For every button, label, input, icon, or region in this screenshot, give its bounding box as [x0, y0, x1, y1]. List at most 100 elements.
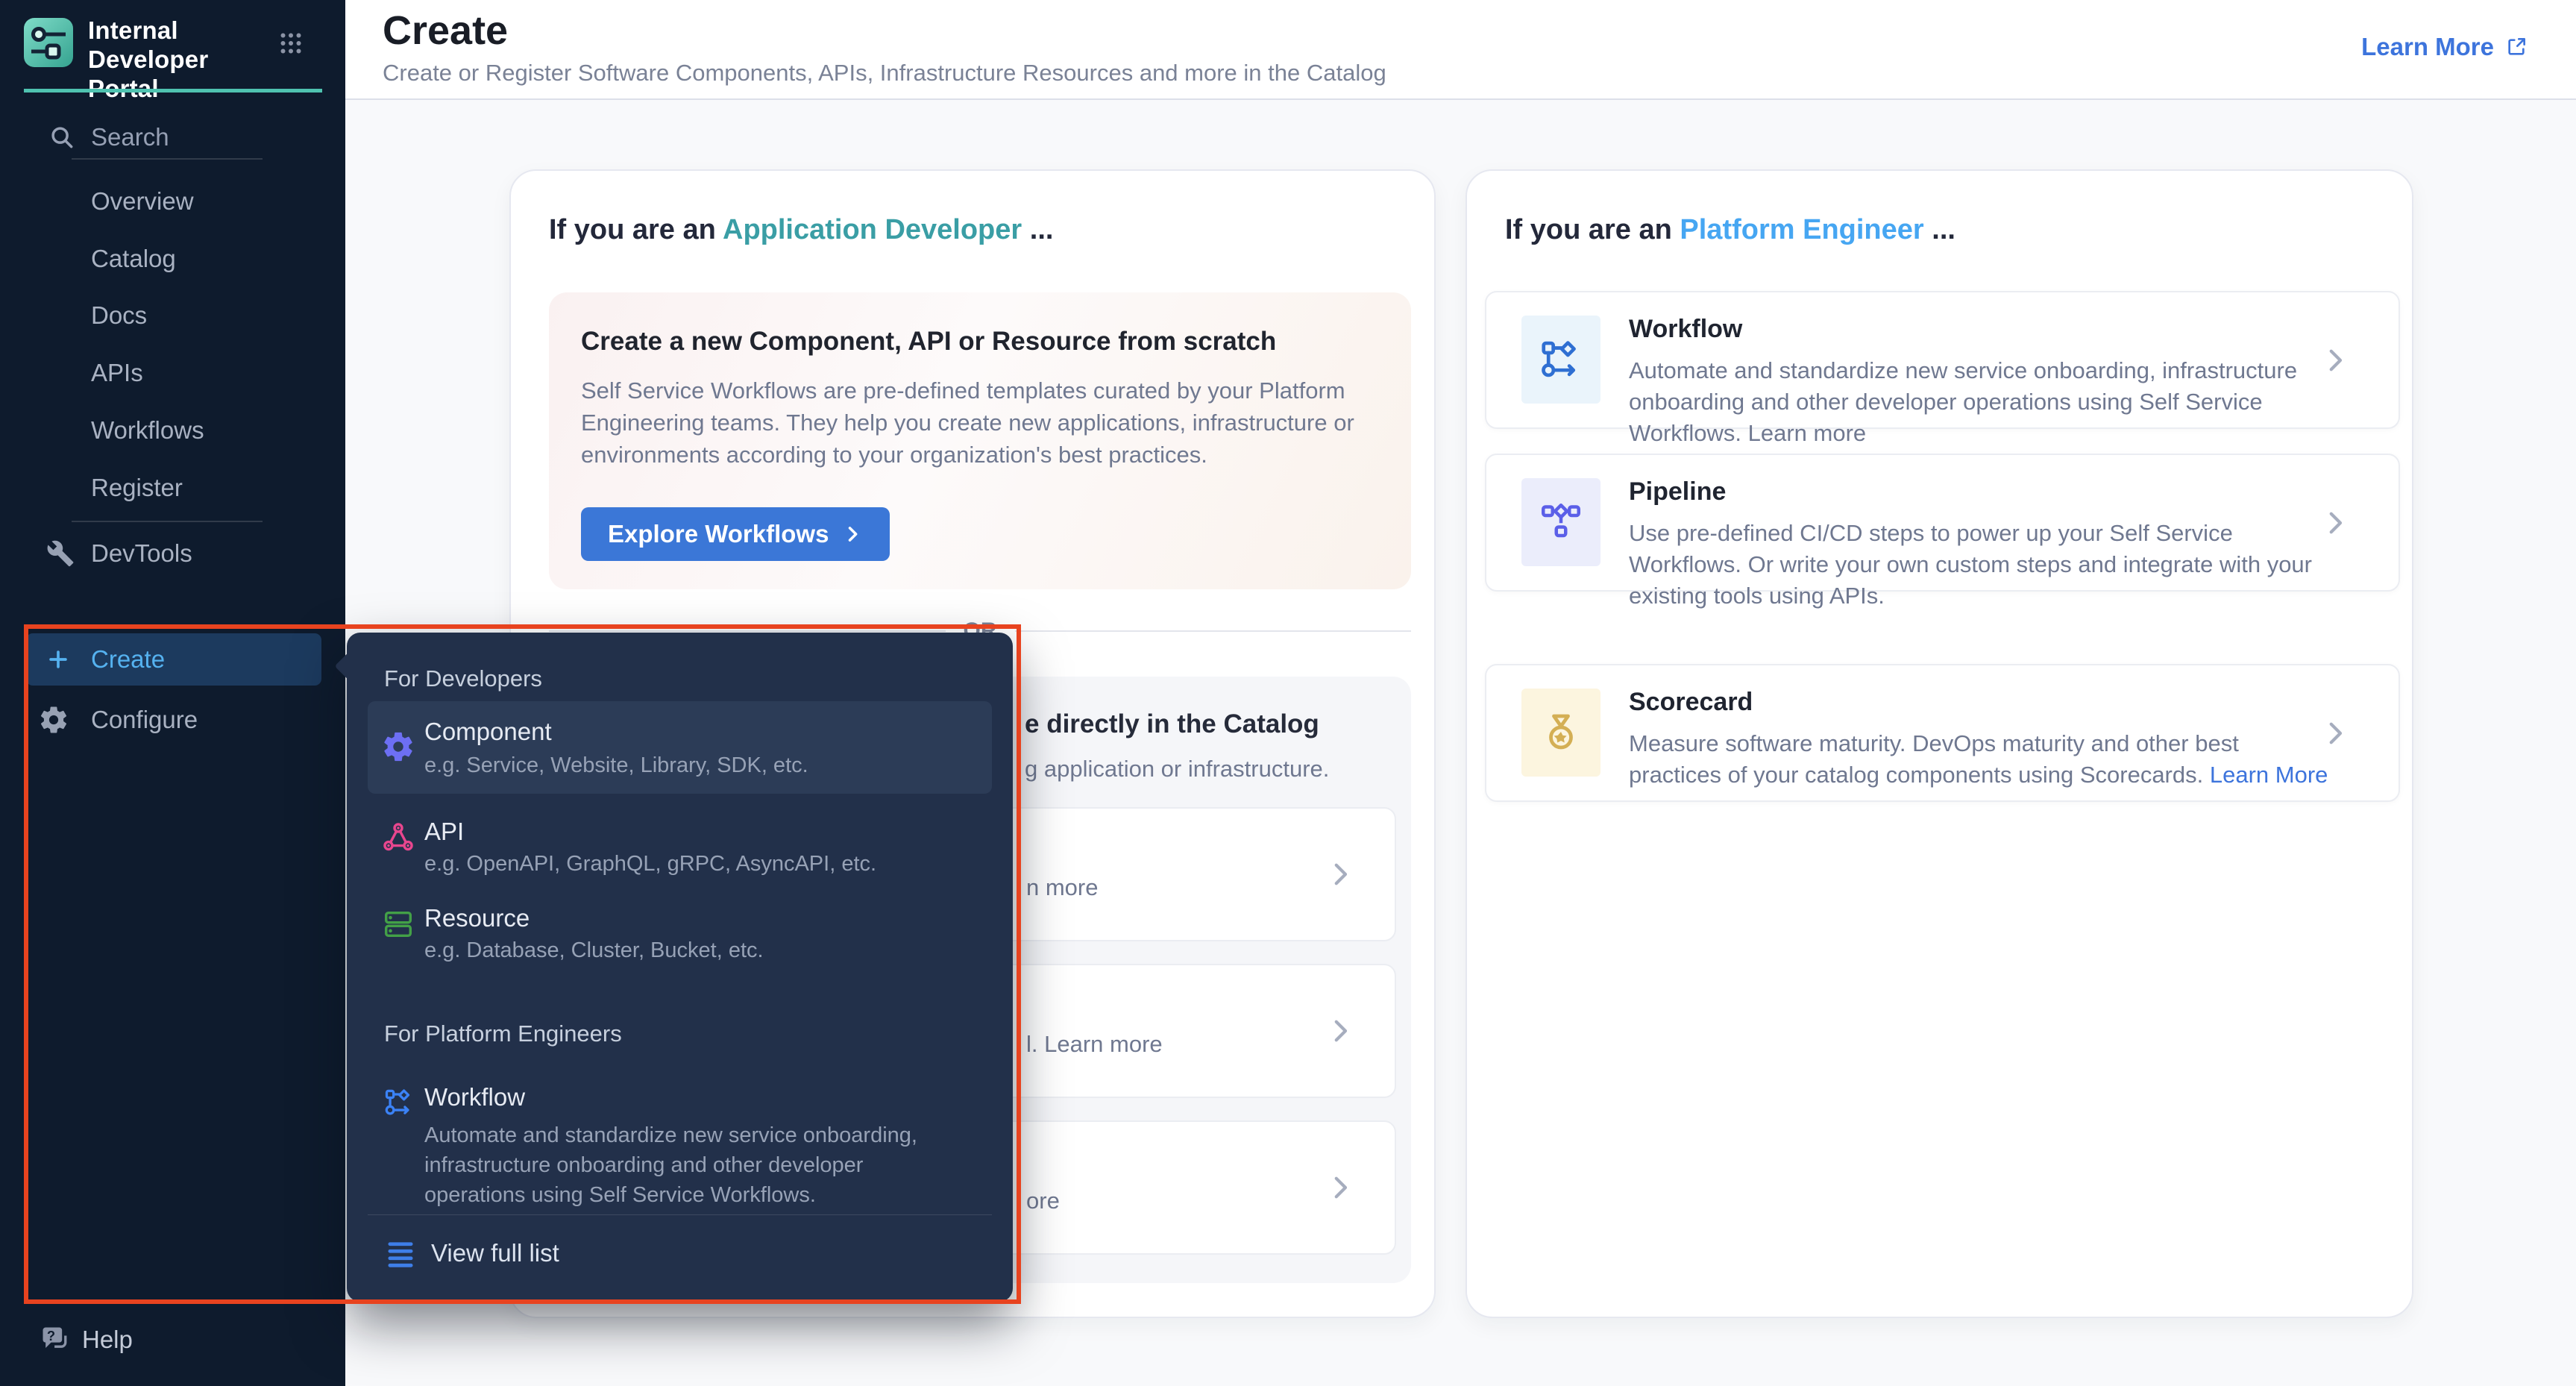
sidebar: Internal Developer Portal Search Overvie… [0, 0, 345, 1386]
menu-item-description: Automate and standardize new service onb… [424, 1120, 939, 1210]
menu-item-workflow[interactable]: Workflow Automate and standardize new se… [368, 1062, 992, 1211]
sidebar-item-label: Help [82, 1313, 133, 1367]
app-logo-icon [24, 18, 73, 67]
chevron-right-icon [2319, 507, 2351, 539]
panel-subtitle-fragment: g application or infrastructure. [1025, 756, 1329, 783]
sidebar-item-label: Catalog [91, 245, 176, 273]
row-description-text: Automate and standardize new service onb… [1629, 357, 2297, 446]
row-title: Pipeline [1629, 477, 1726, 507]
sidebar-item-apis[interactable]: APIs [0, 352, 345, 394]
scorecard-row[interactable]: Scorecard Measure software maturity. Dev… [1485, 664, 2400, 802]
sidebar-item-create[interactable]: Create [26, 633, 321, 686]
sidebar-item-configure[interactable]: Configure [26, 694, 321, 746]
panel-body: Self Service Workflows are pre-defined t… [581, 374, 1394, 471]
sidebar-item-label: Overview [91, 187, 194, 216]
svg-text:?: ? [47, 1328, 55, 1343]
panel-title: Create a new Component, API or Resource … [581, 327, 1276, 357]
sidebar-item-label: Workflows [91, 416, 204, 445]
sidebar-item-label: Docs [91, 301, 147, 330]
list-icon [384, 1237, 417, 1270]
sidebar-divider [72, 521, 263, 522]
menu-item-subtitle: e.g. Database, Cluster, Bucket, etc. [424, 938, 764, 963]
row-description: Use pre-defined CI/CD steps to power up … [1629, 518, 2334, 612]
sidebar-item-overview[interactable]: Overview [0, 181, 345, 222]
menu-section-platform: For Platform Engineers [384, 1020, 622, 1047]
chevron-right-icon [2319, 718, 2351, 749]
learn-more-label: Learn More [2361, 33, 2494, 61]
menu-item-title: Workflow [424, 1083, 525, 1111]
sidebar-item-label: Create [91, 633, 165, 686]
resource-icon [381, 907, 415, 941]
sidebar-item-label: DevTools [91, 539, 192, 568]
sidebar-item-search[interactable]: Search [0, 116, 345, 158]
external-link-icon [2504, 35, 2528, 59]
card-title: If you are an Platform Engineer ... [1505, 214, 1955, 246]
panel-title-fragment: e directly in the Catalog [1025, 709, 1319, 739]
row-text-fragment: ore [1026, 1188, 1060, 1214]
row-description: Measure software maturity. DevOps maturi… [1629, 728, 2334, 791]
gear-icon [38, 704, 69, 736]
pipeline-icon [1521, 478, 1600, 566]
scorecard-icon [1521, 689, 1600, 777]
sidebar-item-catalog[interactable]: Catalog [0, 238, 345, 280]
card-title-role: Application Developer [723, 214, 1022, 245]
card-title: If you are an Application Developer ... [549, 214, 1053, 246]
menu-item-title: API [424, 818, 464, 846]
app-switcher-grid-icon[interactable] [277, 30, 304, 57]
row-description-text: Measure software maturity. DevOps maturi… [1629, 730, 2239, 788]
sidebar-item-workflows[interactable]: Workflows [0, 410, 345, 451]
help-chat-icon: ? [39, 1323, 72, 1356]
component-gear-icon [381, 730, 415, 764]
card-title-prefix: If you are an [1505, 214, 1680, 245]
search-icon [48, 123, 76, 151]
chevron-right-icon [2319, 345, 2351, 376]
learn-more-link[interactable]: Learn More [2210, 762, 2328, 788]
create-flyout-menu: For Developers Component e.g. Service, W… [347, 633, 1013, 1302]
sidebar-item-label: APIs [91, 359, 143, 387]
sidebar-item-label: Search [91, 123, 169, 151]
page-header: Create Create or Register Software Compo… [345, 0, 2576, 100]
plus-icon [45, 647, 71, 672]
row-title: Scorecard [1629, 688, 1753, 717]
card-title-suffix: ... [1924, 214, 1955, 245]
menu-item-subtitle: e.g. Service, Website, Library, SDK, etc… [424, 753, 808, 778]
menu-section-developers: For Developers [384, 665, 542, 692]
sidebar-item-label: Register [91, 474, 183, 502]
sidebar-item-register[interactable]: Register [0, 467, 345, 509]
chevron-right-icon [842, 524, 863, 545]
wrench-icon [46, 539, 75, 568]
explore-workflows-button[interactable]: Explore Workflows [581, 507, 890, 561]
page-title: Create [383, 7, 508, 54]
platform-engineer-card: If you are an Platform Engineer ... Work… [1466, 169, 2413, 1318]
sidebar-item-help[interactable]: ? Help [0, 1313, 345, 1367]
view-full-list-item[interactable]: View full list [384, 1229, 757, 1277]
button-label: Explore Workflows [608, 520, 829, 548]
menu-item-subtitle: e.g. OpenAPI, GraphQL, gRPC, AsyncAPI, e… [424, 852, 876, 877]
row-description-text: Use pre-defined CI/CD steps to power up … [1629, 520, 2312, 609]
card-title-prefix: If you are an [549, 214, 723, 245]
row-description: Automate and standardize new service onb… [1629, 355, 2334, 449]
sidebar-item-label: Configure [91, 694, 198, 746]
chevron-right-icon [1325, 1172, 1356, 1203]
api-icon [381, 821, 415, 855]
card-title-role: Platform Engineer [1680, 214, 1923, 245]
menu-divider [368, 1214, 992, 1215]
chevron-right-icon [1325, 1015, 1356, 1047]
logo-underline [24, 89, 322, 92]
menu-item-api[interactable]: API e.g. OpenAPI, GraphQL, gRPC, AsyncAP… [368, 809, 992, 891]
workflow-row[interactable]: Workflow Automate and standardize new se… [1485, 291, 2400, 429]
pipeline-row[interactable]: Pipeline Use pre-defined CI/CD steps to … [1485, 454, 2400, 592]
menu-item-title: Resource [424, 904, 530, 932]
chevron-right-icon [1325, 859, 1356, 890]
menu-item-title: Component [424, 718, 552, 746]
workflow-icon [383, 1086, 415, 1119]
sidebar-item-docs[interactable]: Docs [0, 295, 345, 336]
learn-more-link[interactable]: Learn More [2361, 33, 2528, 61]
card-title-suffix: ... [1022, 214, 1053, 245]
row-title: Workflow [1629, 315, 1742, 344]
sidebar-divider [72, 158, 263, 160]
row-text-fragment: l. Learn more [1026, 1031, 1163, 1058]
menu-item-component[interactable]: Component e.g. Service, Website, Library… [368, 701, 992, 794]
menu-item-resource[interactable]: Resource e.g. Database, Cluster, Bucket,… [368, 895, 992, 977]
sidebar-item-devtools[interactable]: DevTools [0, 533, 345, 574]
